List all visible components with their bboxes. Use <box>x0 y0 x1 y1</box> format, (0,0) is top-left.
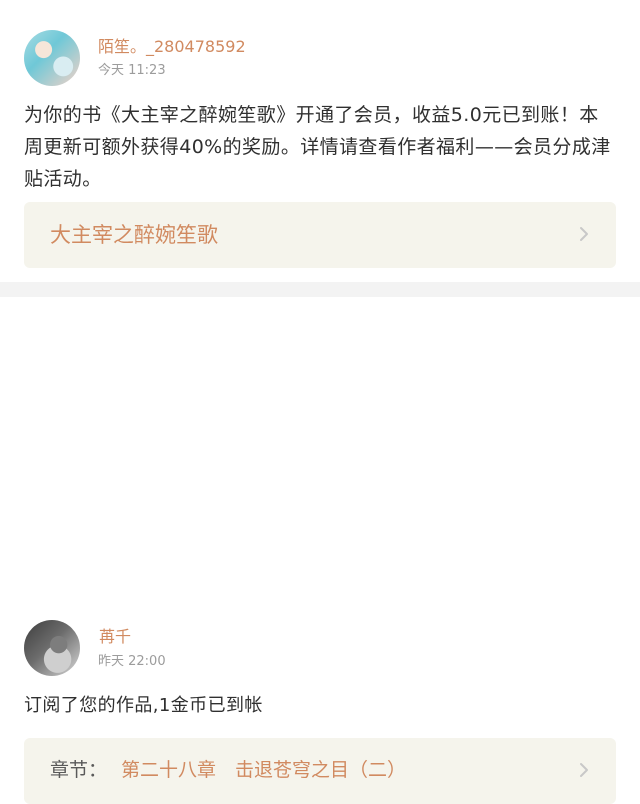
avatar[interactable] <box>24 30 80 86</box>
chevron-right-icon[interactable] <box>574 760 594 780</box>
chapter-title[interactable]: 第二十八章 击退苍穹之目（二） <box>121 758 406 782</box>
book-link-card[interactable]: 大主宰之醉婉笙歌 <box>24 202 616 268</box>
notification-card: 陌笙。_280478592 今天 11:23 为你的书《大主宰之醉婉笙歌》开通了… <box>0 0 640 282</box>
message-time: 今天 11:23 <box>98 63 166 78</box>
message-body: 为你的书《大主宰之醉婉笙歌》开通了会员，收益5.0元已到账！本周更新可额外获得4… <box>24 104 611 190</box>
chapter-link-card[interactable]: 章节： 第二十八章 击退苍穹之目（二） <box>24 738 616 804</box>
chevron-right-icon[interactable] <box>574 224 594 244</box>
notification-card: 苒千 昨天 22:00 订阅了您的作品,1金币已到帐 章节： 第二十八章 击退苍… <box>0 297 640 804</box>
sender-name[interactable]: 苒千 <box>99 628 131 646</box>
message-body: 订阅了您的作品,1金币已到帐 <box>24 695 263 716</box>
avatar[interactable] <box>24 620 80 676</box>
section-divider <box>0 282 640 297</box>
sender-name[interactable]: 陌笙。_280478592 <box>98 38 246 56</box>
message-time: 昨天 22:00 <box>98 654 166 669</box>
notification-feed: 陌笙。_280478592 今天 11:23 为你的书《大主宰之醉婉笙歌》开通了… <box>0 0 640 804</box>
book-link-title[interactable]: 大主宰之醉婉笙歌 <box>50 223 218 247</box>
chapter-label: 章节： <box>50 759 108 781</box>
